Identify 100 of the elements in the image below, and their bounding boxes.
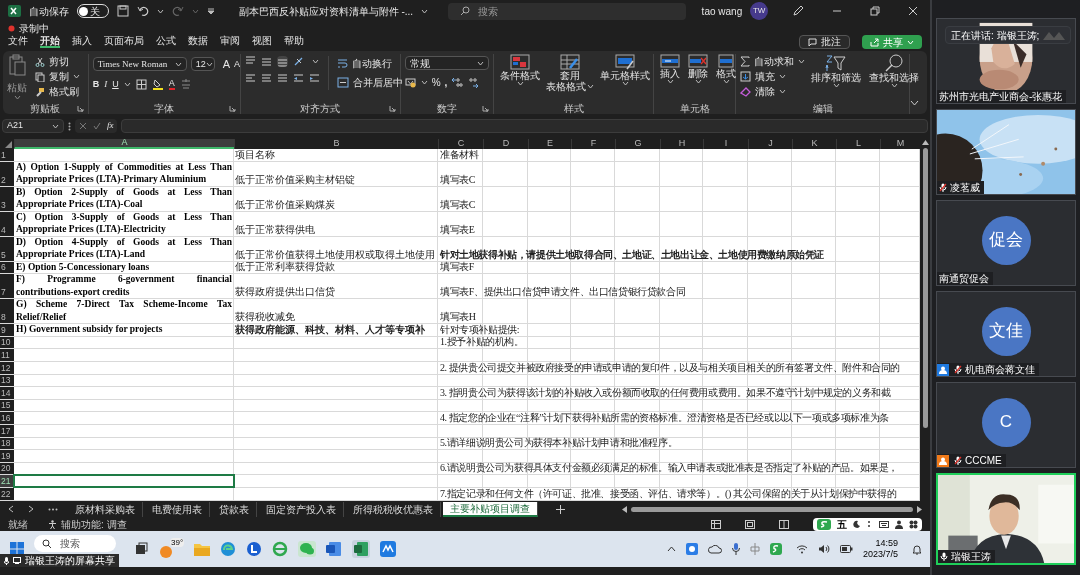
align-right-icon[interactable] [276,73,288,84]
row-header[interactable]: 21 [0,475,14,487]
scroll-right-icon[interactable] [28,505,34,513]
format-cells-button[interactable]: 格式 [714,54,738,84]
row-header[interactable]: 4 [0,211,14,236]
align-top-icon[interactable] [244,56,256,67]
align-left-icon[interactable] [244,73,256,84]
decrease-decimal-icon[interactable] [467,77,480,88]
column-header[interactable]: H [660,139,703,149]
row-header[interactable]: 14 [0,387,14,399]
moon-icon[interactable] [853,520,861,528]
save-icon[interactable] [116,5,129,17]
document-app-icon[interactable] [326,541,343,557]
input-method-logo-icon[interactable] [769,543,782,555]
column-header[interactable]: J [748,139,792,149]
wifi-icon[interactable] [795,544,808,554]
menu-tab[interactable]: 视图 [252,35,272,48]
bold-button[interactable]: B [92,77,100,91]
formula-input[interactable] [121,119,928,133]
percent-button[interactable]: % [431,75,441,90]
font-size-field[interactable]: 12 [190,57,215,72]
italic-button[interactable]: I [104,77,108,91]
font-name-field[interactable]: Times New Roman [92,57,187,72]
menu-tab[interactable]: 页面布局 [104,35,144,48]
menu-tab[interactable]: 开始 [40,35,60,48]
row-header[interactable]: 2 [0,161,14,186]
format-painter-button[interactable]: 格式刷 [35,84,79,99]
sheet-tab[interactable]: 主要补贴项目调查 [443,501,538,517]
merge-center-button[interactable]: 合并后居中 [336,75,414,90]
align-middle-icon[interactable] [260,56,272,67]
microphone-icon[interactable] [731,543,740,555]
row-header[interactable]: 16 [0,412,14,424]
menu-tab[interactable]: 公式 [156,35,176,48]
phonetic-icon[interactable] [179,78,192,90]
row-header[interactable]: 1 [0,149,14,161]
browser-icon[interactable] [220,541,237,557]
row-header[interactable]: 5 [0,236,14,261]
menu-tab[interactable]: 数据 [188,35,208,48]
row-header[interactable]: 11 [0,349,14,361]
format-as-table-button[interactable]: 套用 表格格式 [544,54,596,92]
redo-icon[interactable] [171,5,184,17]
meeting-app-icon[interactable] [380,541,397,557]
selected-cell[interactable] [14,475,234,487]
tray-caret-icon[interactable] [666,546,676,552]
weather-widget[interactable]: 39° [158,538,185,560]
fill-color-icon[interactable] [151,78,164,91]
borders-icon[interactable] [135,78,147,90]
more-sheets-icon[interactable] [48,507,58,511]
decrease-font-button[interactable]: A [233,57,240,71]
comma-button[interactable]: , [444,75,448,90]
decrease-indent-icon[interactable] [292,73,304,84]
person-icon[interactable] [895,519,903,529]
menu-tab[interactable]: 帮助 [284,35,304,48]
row-header[interactable]: 9 [0,324,14,336]
copy-button[interactable]: 复制 [35,69,80,84]
align-center-icon[interactable] [260,73,272,84]
menu-tab[interactable]: 审阅 [220,35,240,48]
tray-app-icon[interactable] [685,543,698,555]
input-indicator-icon[interactable] [749,543,760,555]
scrollbar-thumb[interactable] [631,506,913,512]
taskbar-search-field[interactable]: 搜索 [34,535,116,552]
clock[interactable]: 14:59 2023/7/5 [862,538,898,560]
font-color-button[interactable]: A [168,78,175,91]
sheet-tab[interactable]: 原材料采购表 [68,501,143,517]
fill-button[interactable]: 填充 [740,69,786,84]
sheet-tab[interactable]: 电费使用表 [145,501,210,517]
insert-function-button[interactable]: fx [107,119,114,133]
sheet-tab[interactable]: 所得税税收优惠表 [346,501,441,517]
column-header[interactable]: B [234,139,438,149]
menu-tab[interactable]: 文件 [8,35,28,48]
search-field[interactable]: 搜索 [448,2,686,20]
task-view-icon[interactable] [134,542,148,556]
accessibility-status[interactable]: 辅助功能: 调查 [61,516,127,532]
dialog-launcher-icon[interactable] [76,104,84,112]
column-header[interactable]: C [438,139,483,149]
keyboard-icon[interactable] [879,520,889,528]
sort-filter-button[interactable]: 排序和筛选 [809,54,863,88]
notification-icon[interactable] [912,543,922,555]
page-layout-icon[interactable] [745,519,755,529]
autosum-button[interactable]: 自动求和 [740,54,805,69]
find-select-button[interactable]: 查找和选择 [867,54,921,88]
increase-font-button[interactable]: A [222,56,230,73]
dialog-launcher-icon[interactable] [482,104,489,112]
scroll-right-icon[interactable] [917,505,922,513]
restore-icon[interactable] [870,6,880,16]
name-box[interactable]: A21 [2,119,64,133]
column-header[interactable]: E [528,139,571,149]
input-mode-label[interactable]: 五 [837,516,847,532]
app-icon[interactable] [246,541,263,557]
user-avatar[interactable]: TW [750,2,768,20]
dialog-launcher-icon[interactable] [228,104,236,112]
column-header[interactable]: A [14,139,234,149]
autosave-toggle[interactable]: 关 [77,4,109,18]
column-header[interactable]: D [483,139,528,149]
sheet-tab[interactable]: 固定资产投入表 [259,501,344,517]
menu-tab[interactable]: 插入 [72,35,92,48]
align-bottom-icon[interactable] [276,56,288,67]
comment-button[interactable]: 批注 [799,34,850,49]
row-header[interactable]: 8 [0,299,14,324]
column-header[interactable]: I [703,139,748,149]
